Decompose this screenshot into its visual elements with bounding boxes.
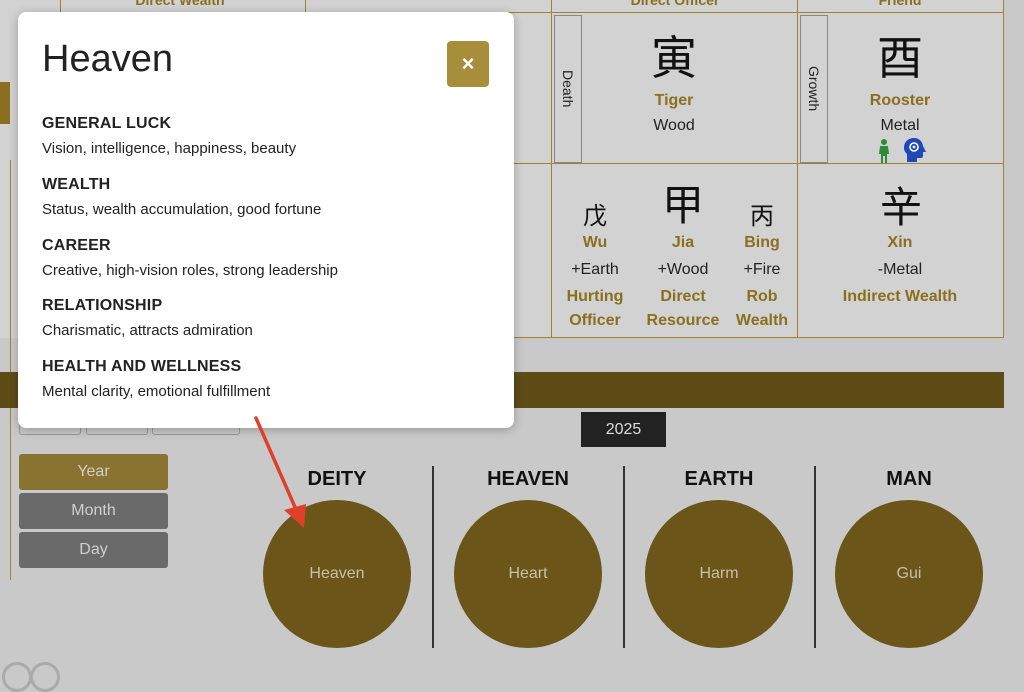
head-gear-icon[interactable] xyxy=(903,137,927,163)
branch-char-rooster: 酉 xyxy=(877,31,923,85)
branch-status-growth: Growth xyxy=(800,15,828,163)
red-arrow-annotation xyxy=(254,416,306,528)
stem-name-jia: Jia xyxy=(671,234,695,251)
pillar-heading-1: Direct Wealth xyxy=(135,0,225,8)
section-text-general-luck: Vision, intelligence, happiness, beauty xyxy=(42,140,297,157)
stem-element-jia: +Wood xyxy=(657,261,709,278)
branch-animal-rooster: Rooster xyxy=(869,92,931,109)
stem-god-bing-2: Wealth xyxy=(735,312,789,329)
section-text-career: Creative, high-vision roles, strong lead… xyxy=(42,262,338,279)
stem-god-jia-1: Direct xyxy=(660,288,706,305)
column-separator xyxy=(432,466,434,648)
day-button[interactable]: Day xyxy=(19,532,168,568)
partial-circle-icon xyxy=(2,662,32,692)
heaven-circle-heart[interactable]: Heart xyxy=(454,500,602,648)
stem-name-bing: Bing xyxy=(744,234,780,251)
section-text-relationship: Charismatic, attracts admiration xyxy=(42,322,253,339)
section-text-wealth: Status, wealth accumulation, good fortun… xyxy=(42,201,322,218)
branch-char-tiger: 寅 xyxy=(651,31,697,85)
year-badge: 2025 xyxy=(581,412,666,447)
column-separator xyxy=(814,466,816,648)
stem-name-wu: Wu xyxy=(582,234,608,251)
earth-circle-harm[interactable]: Harm xyxy=(645,500,793,648)
branch-status-death: Death xyxy=(554,15,582,163)
modal-title: Heaven xyxy=(42,38,173,80)
column-separator xyxy=(623,466,625,648)
stem-element-xin: -Metal xyxy=(877,261,923,278)
section-text-health: Mental clarity, emotional fulfillment xyxy=(42,383,271,400)
section-heading-general-luck: GENERAL LUCK xyxy=(42,115,172,132)
stem-name-xin: Xin xyxy=(887,234,913,251)
info-modal: Heaven × GENERAL LUCK Vision, intelligen… xyxy=(18,12,514,428)
stem-char-xin: 辛 xyxy=(879,183,922,232)
section-heading-wealth: WEALTH xyxy=(42,176,111,193)
section-heading-health: HEALTH AND WELLNESS xyxy=(42,358,242,375)
month-button[interactable]: Month xyxy=(19,493,168,529)
stem-god-xin: Indirect Wealth xyxy=(842,288,958,305)
man-circle-gui[interactable]: Gui xyxy=(835,500,983,648)
column-heading-earth: EARTH xyxy=(684,468,754,490)
section-heading-relationship: RELATIONSHIP xyxy=(42,297,163,314)
stem-element-wu: +Earth xyxy=(571,261,619,278)
stem-god-jia-2: Resource xyxy=(646,312,720,329)
branch-element-rooster: Metal xyxy=(880,117,920,134)
pillar-heading-3: Friend xyxy=(878,0,922,8)
pillar-heading-2: Direct Officer xyxy=(630,0,720,8)
stem-char-bing: 丙 xyxy=(750,202,774,230)
stem-god-bing-1: Rob xyxy=(746,288,778,305)
branch-element-tiger: Wood xyxy=(653,117,695,134)
branch-animal-tiger: Tiger xyxy=(654,92,694,109)
left-edge-tab xyxy=(0,82,10,124)
partial-circle-icon xyxy=(30,662,60,692)
close-button[interactable]: × xyxy=(447,41,489,87)
stem-char-wu: 戊 xyxy=(583,202,607,230)
stem-element-bing: +Fire xyxy=(743,261,781,278)
stem-char-jia: 甲 xyxy=(661,181,704,230)
person-icon[interactable] xyxy=(877,139,891,163)
year-button[interactable]: Year xyxy=(19,454,168,490)
column-heading-heaven: HEAVEN xyxy=(487,468,569,490)
stem-god-wu-1: Hurting xyxy=(566,288,624,305)
column-heading-man: MAN xyxy=(886,468,932,490)
section-heading-career: CAREER xyxy=(42,237,111,254)
stem-god-wu-2: Officer xyxy=(569,312,621,329)
left-border xyxy=(0,160,11,580)
